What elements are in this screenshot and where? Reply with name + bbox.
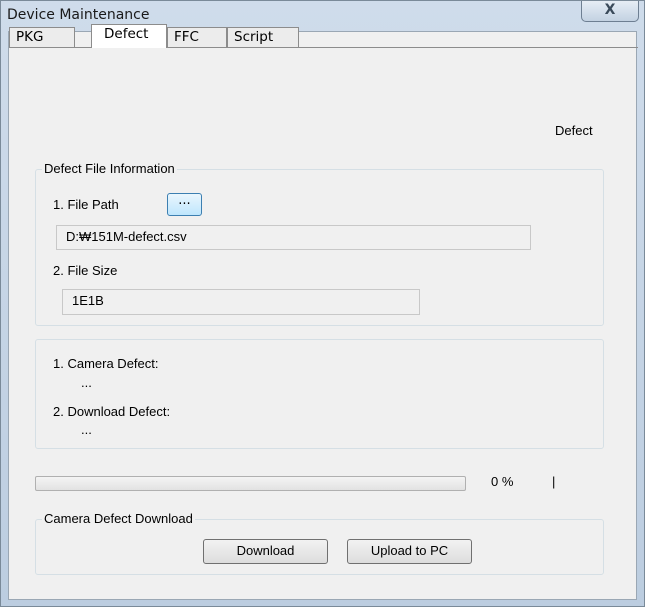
tab-script[interactable]: Script xyxy=(227,27,299,47)
defect-file-info-title: Defect File Information xyxy=(42,161,177,176)
camera-defect-value: ... xyxy=(81,375,92,390)
tab-defect-label: Defect xyxy=(104,26,149,42)
tab-ffc-label: FFC xyxy=(174,29,199,45)
tab-script-label: Script xyxy=(234,29,274,45)
close-icon: X xyxy=(604,2,616,18)
file-size-label: 2. File Size xyxy=(53,263,118,278)
camera-defect-download-group: Camera Defect Download Download Upload t… xyxy=(35,511,604,575)
file-size-field[interactable]: 1E1B xyxy=(62,289,420,315)
upload-to-pc-button[interactable]: Upload to PC xyxy=(347,539,472,564)
download-defect-value: ... xyxy=(81,422,92,437)
camera-defect-label: 1. Camera Defect: xyxy=(53,356,159,371)
progress-separator: | xyxy=(552,474,556,489)
defect-file-info-group: Defect File Information 1. File Path ...… xyxy=(35,161,604,326)
tab-defect[interactable]: Defect xyxy=(91,24,167,48)
tab-strip: PKG Defect FFC Script xyxy=(9,24,638,51)
browse-button[interactable]: ... xyxy=(167,193,202,216)
camera-defect-download-title: Camera Defect Download xyxy=(42,511,195,526)
device-maintenance-window: Device Maintenance X PKG Defect FFC Scri… xyxy=(0,0,645,607)
download-button-label: Download xyxy=(236,543,295,558)
tab-pkg-label: PKG xyxy=(16,29,44,45)
progress-percent: 0 % xyxy=(491,474,514,489)
page-heading: Defect xyxy=(555,123,593,138)
file-path-field[interactable]: D:₩151M-defect.csv xyxy=(56,225,531,250)
close-button[interactable]: X xyxy=(581,1,639,22)
download-button[interactable]: Download xyxy=(203,539,328,564)
browse-button-label: ... xyxy=(178,193,191,208)
download-defect-label: 2. Download Defect: xyxy=(53,404,171,419)
window-title: Device Maintenance xyxy=(7,7,150,23)
tab-pkg[interactable]: PKG xyxy=(9,27,75,47)
tab-ffc[interactable]: FFC xyxy=(167,27,227,47)
defect-tab-panel: Defect Defect File Information 1. File P… xyxy=(11,51,634,597)
upload-button-label: Upload to PC xyxy=(370,543,449,558)
defect-status-group: 1. Camera Defect: ... 2. Download Defect… xyxy=(35,339,604,449)
progress-bar xyxy=(35,476,466,491)
file-path-label: 1. File Path xyxy=(53,197,119,212)
client-area: PKG Defect FFC Script Defect Defect File… xyxy=(8,24,638,600)
